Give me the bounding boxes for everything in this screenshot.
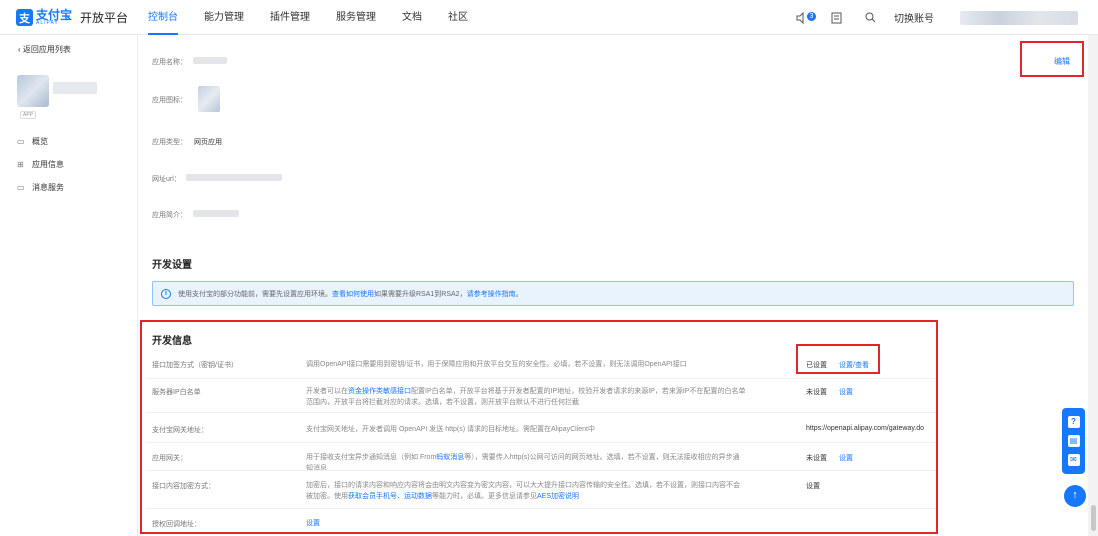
sign-method-label: 接口加签方式（密钥/证书） [152,362,238,369]
sidebar-item-label: 概览 [32,137,48,146]
notice-end: 。 [515,290,523,298]
feedback-icon[interactable]: ✉ [1067,454,1080,467]
row-divider [146,470,936,471]
app-icon-redacted [198,86,220,112]
chat-icon[interactable]: ▤ [1067,434,1080,447]
top-navbar: 支 支付宝 ALIPAY 开放平台 控制台 能力管理 插件管理 服务管理 文档 … [0,0,1098,35]
row-divider [146,378,936,379]
aes-doc-link[interactable]: AES加密说明 [537,493,579,500]
back-to-top-button[interactable]: ↑ [1064,485,1086,507]
encryption-label: 接口内容加密方式： [152,483,215,490]
app-name-redacted [53,82,97,94]
dev-settings-title: 开发设置 [152,260,192,271]
app-intro-label: 应用简介： [152,212,187,219]
row-divider [146,412,936,413]
nav-community[interactable]: 社区 [448,0,468,35]
dev-info-title: 开发信息 [152,336,192,347]
nav-plugins[interactable]: 插件管理 [270,0,310,35]
highlight-box-edit [1020,41,1084,77]
notice-text-2: 如果需要升级RSA1到RSA2， [374,290,467,298]
app-name-label: 应用名称： [152,59,187,66]
nav-docs[interactable]: 文档 [402,0,422,35]
switch-account-link[interactable]: 切换账号 [894,10,934,25]
question-icon[interactable]: ? [1067,415,1080,428]
encryption-desc-text-2: 等能力时，必填。更多信息请参见 [432,493,537,500]
auth-callback-label: 授权回调地址： [152,521,201,528]
app-url-value-redacted [186,174,282,181]
dev-settings-notice: i 使用支付宝的部分功能前，需要先设置应用环境。 查看如何使用 如果需要升级RS… [152,281,1074,306]
ip-whitelist-label: 服务器IP白名单 [152,389,201,396]
sidebar-item-label: 消息服务 [32,183,64,192]
sign-method-desc: 调用OpenAPI接口需要用到密钥/证书，用于保障应用和开放平台交互的安全性。必… [306,361,687,368]
row-divider [146,442,936,443]
back-to-app-list[interactable]: ‹ 返回应用列表 [18,44,71,55]
encryption-desc: 加密后，接口的请求内容和响应内容将会由明文内容变为密文内容，可以大大提升接口内容… [306,480,746,502]
top-right-actions: 3 切换账号 [776,0,1078,35]
app-type-value: 网页应用 [194,139,222,146]
sidebar-item-app-info[interactable]: ⊞ 应用信息 [17,159,64,170]
alipay-logo[interactable]: 支 支付宝 ALIPAY 开放平台 [16,9,128,26]
page-scrollbar[interactable] [1088,35,1098,536]
alipay-logo-icon: 支 [16,9,33,26]
app-url-label: 网址url： [152,176,181,183]
app-gateway-desc-text: 用于接收支付宝异步通知消息（例如 From [306,454,437,461]
how-to-use-link[interactable]: 查看如何使用 [332,289,374,299]
gateway-desc: 支付宝网关地址，开发者调用 OpenAPI 发送 http(s) 请求的目标地址… [306,426,595,433]
app-gateway-set-link[interactable]: 设置 [839,453,853,463]
encryption-set-link[interactable]: 设置 [806,481,820,491]
platform-name: 开放平台 [80,11,129,25]
ip-whitelist-status: 未设置 [806,389,827,396]
scrollbar-thumb[interactable] [1091,505,1096,531]
ip-whitelist-desc: 开发者可以在资金操作类敏感接口配置IP白名单，开放平台将基于开发者配置的IP地址… [306,386,746,408]
sign-method-status: 已设置 [806,362,827,369]
member-phone-sport-link[interactable]: 获取会员手机号、运动数据 [348,493,432,500]
main-nav: 控制台 能力管理 插件管理 服务管理 文档 社区 [148,0,494,35]
sensitive-api-link[interactable]: 资金操作类敏感接口 [348,388,411,395]
ip-whitelist-desc-text: 开发者可以在 [306,388,348,395]
gateway-url: https://openapi.alipay.com/gateway.do [806,425,925,432]
sidebar-item-label: 应用信息 [32,160,64,169]
speaker-icon[interactable]: 3 [794,10,816,26]
app-name-value-redacted [193,57,227,64]
monitor-icon: ▭ [17,137,25,146]
account-name-redacted[interactable] [960,10,1078,25]
sign-method-set-view-link[interactable]: 设置/查看 [839,360,869,370]
sidebar: ‹ 返回应用列表 APP ▭ 概览 ⊞ 应用信息 ▭ 消息服务 [0,35,138,536]
app-icon-label: 应用图标： [152,97,187,104]
row-divider [146,508,936,509]
nav-services[interactable]: 服务管理 [336,0,376,35]
ip-whitelist-set-link[interactable]: 设置 [839,387,853,397]
back-link-label: 返回应用列表 [22,45,71,54]
search-icon[interactable] [862,10,878,26]
sidebar-item-overview[interactable]: ▭ 概览 [17,136,48,147]
operation-guide-link[interactable]: 请参考操作指南 [467,289,516,299]
auth-callback-set-link[interactable]: 设置 [306,518,320,529]
grid-icon: ⊞ [17,160,24,169]
nav-console[interactable]: 控制台 [148,0,178,35]
notification-badge: 3 [807,11,816,21]
edit-button[interactable]: 编辑 [1054,56,1070,67]
ant-message-link[interactable]: 蚂蚁消息 [436,454,464,461]
gateway-label: 支付宝网关地址： [152,427,208,434]
app-type-label: 应用类型： [152,139,187,146]
app-gateway-label: 应用网关： [152,455,187,462]
sidebar-item-messages[interactable]: ▭ 消息服务 [17,182,64,193]
nav-capability[interactable]: 能力管理 [204,0,244,35]
notice-text: 使用支付宝的部分功能前，需要先设置应用环境。 [178,290,332,298]
info-icon: i [161,288,171,299]
app-avatar-redacted [17,75,49,107]
app-intro-value-redacted [193,210,239,217]
main-content: 应用名称： 应用图标： 应用类型： 网页应用 网址url： 应用简介： 编辑 开… [138,35,1088,536]
floating-help-panel: ? ▤ ✉ [1062,408,1085,474]
app-type-tag: APP [20,111,37,119]
app-gateway-status: 未设置 [806,455,827,462]
document-icon[interactable] [828,10,844,26]
message-icon: ▭ [17,183,25,192]
